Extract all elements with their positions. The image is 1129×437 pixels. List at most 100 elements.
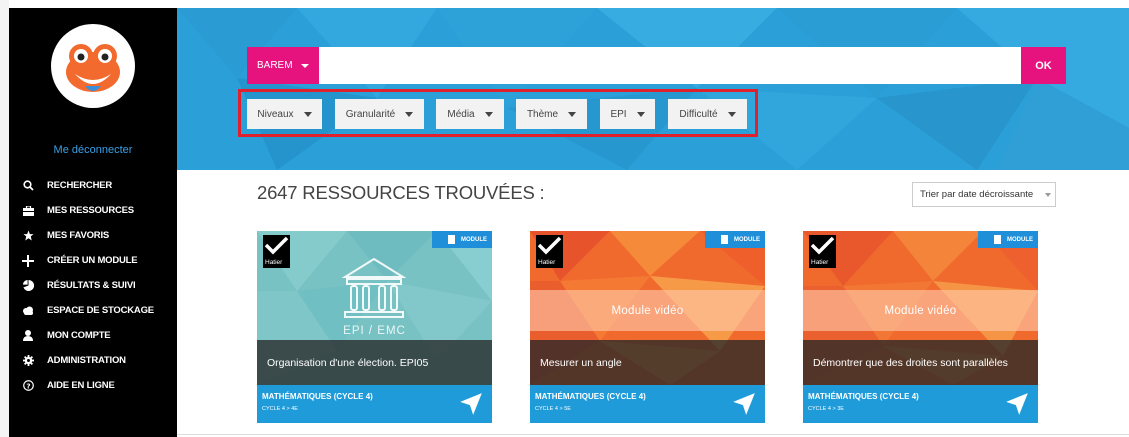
checkmark-icon — [264, 236, 289, 255]
pie-chart-icon — [9, 280, 47, 291]
sidebar-item-mes-ressources[interactable]: MES RESSOURCES — [9, 198, 177, 223]
badge-label: MODULE — [1007, 236, 1033, 243]
user-icon — [9, 330, 47, 341]
sidebar-item-creer-un-module[interactable]: CRÉER UN MODULE — [9, 248, 177, 273]
publisher-logo: Hatier — [809, 235, 836, 268]
publisher-name: Hatier — [811, 259, 829, 266]
card-footer: MATHÉMATIQUES (CYCLE 4) CYCLE 4 > 4E — [257, 385, 492, 423]
sidebar-item-rechercher[interactable]: RECHERCHER — [9, 173, 177, 198]
chevron-down-icon — [405, 111, 414, 117]
search-input[interactable] — [319, 47, 1021, 84]
sidebar: Me déconnecter RECHERCHER MES RESSOURCES… — [9, 8, 177, 437]
send-icon[interactable] — [458, 391, 484, 417]
chevron-down-icon — [568, 111, 577, 117]
sidebar-item-label: ADMINISTRATION — [47, 355, 126, 366]
chevron-down-icon — [300, 63, 309, 68]
chevron-down-icon — [636, 111, 645, 117]
sidebar-item-resultats-suivi[interactable]: RÉSULTATS & SUIVI — [9, 273, 177, 298]
card-footer: MATHÉMATIQUES (CYCLE 4) CYCLE 4 > 3E — [803, 385, 1038, 423]
card-footer: MATHÉMATIQUES (CYCLE 4) CYCLE 4 > 5E — [530, 385, 765, 423]
briefcase-icon — [9, 205, 47, 216]
publisher-name: Hatier — [265, 259, 283, 266]
filter-label: Granularité — [345, 108, 396, 120]
plus-icon — [9, 254, 47, 267]
card-cycle: CYCLE 4 > 3E — [808, 406, 844, 412]
chevron-down-icon — [303, 111, 312, 117]
card-cycle: CYCLE 4 > 5E — [535, 406, 571, 412]
page: Me déconnecter RECHERCHER MES RESSOURCES… — [0, 0, 1129, 437]
filter-label: Média — [447, 108, 475, 120]
sidebar-item-aide-en-ligne[interactable]: ? AIDE EN LIGNE — [9, 373, 177, 398]
sidebar-item-label: MES FAVORIS — [47, 230, 110, 241]
card-overlay-text: Module vidéo — [530, 290, 765, 331]
filter-granularite[interactable]: Granularité — [335, 99, 424, 129]
publisher-logo: Hatier — [536, 235, 563, 268]
card-cycle: CYCLE 4 > 4E — [262, 406, 298, 412]
send-icon[interactable] — [1004, 391, 1030, 417]
resource-card[interactable]: Hatier MODULE Module vidéo Démontrer que… — [803, 231, 1038, 423]
sidebar-item-label: AIDE EN LIGNE — [47, 380, 115, 391]
card-thumbnail: EPI / EMC Hatier MODULE Organisation d'u… — [257, 231, 492, 385]
publisher-logo: Hatier — [263, 235, 290, 268]
sidebar-item-label: RECHERCHER — [47, 180, 113, 191]
sidebar-menu: RECHERCHER MES RESSOURCES MES FAVORIS CR… — [9, 173, 177, 398]
filter-theme[interactable]: Thème — [516, 99, 587, 129]
chevron-down-icon — [727, 111, 736, 117]
sidebar-item-label: RÉSULTATS & SUIVI — [47, 280, 136, 291]
sidebar-item-administration[interactable]: ADMINISTRATION — [9, 348, 177, 373]
app-logo[interactable] — [51, 24, 135, 108]
resource-card[interactable]: EPI / EMC Hatier MODULE Organisation d'u… — [257, 231, 492, 423]
search-submit-button[interactable]: OK — [1021, 47, 1066, 84]
star-icon — [9, 230, 47, 241]
gear-icon — [9, 355, 47, 366]
search-icon — [9, 180, 47, 191]
help-icon: ? — [9, 380, 47, 391]
filter-difficulte[interactable]: Difficulté — [668, 99, 747, 129]
card-title: Organisation d'une élection. EPI05 — [257, 340, 492, 385]
sidebar-item-espace-de-stockage[interactable]: ESPACE DE STOCKAGE — [9, 298, 177, 323]
document-icon — [721, 235, 728, 244]
publisher-name: Hatier — [538, 259, 556, 266]
filter-label: Difficulté — [679, 108, 718, 120]
scope-label: BAREM — [257, 60, 293, 71]
badge-label: MODULE — [734, 236, 760, 243]
resource-card[interactable]: Hatier MODULE Module vidéo Mesurer un an… — [530, 231, 765, 423]
sidebar-item-mes-favoris[interactable]: MES FAVORIS — [9, 223, 177, 248]
filter-epi[interactable]: EPI — [600, 99, 655, 129]
logout-link[interactable]: Me déconnecter — [9, 144, 177, 156]
sidebar-item-label: CRÉER UN MODULE — [47, 255, 138, 266]
document-icon — [994, 235, 1001, 244]
filter-niveaux[interactable]: Niveaux — [247, 99, 322, 129]
card-title: Mesurer un angle — [530, 340, 765, 385]
sidebar-item-label: MON COMPTE — [47, 330, 111, 341]
send-icon[interactable] — [731, 391, 757, 417]
module-badge: MODULE — [705, 231, 765, 248]
filter-label: Thème — [526, 108, 559, 120]
module-badge: MODULE — [432, 231, 492, 248]
sidebar-item-mon-compte[interactable]: MON COMPTE — [9, 323, 177, 348]
card-subject: MATHÉMATIQUES (CYCLE 4) — [262, 392, 373, 401]
checkmark-icon — [537, 236, 562, 255]
card-subject: MATHÉMATIQUES (CYCLE 4) — [808, 392, 919, 401]
left-edge — [0, 0, 9, 437]
divider — [177, 434, 1129, 435]
chevron-down-icon — [1045, 192, 1052, 197]
sidebar-item-label: ESPACE DE STOCKAGE — [47, 305, 154, 316]
card-thumbnail: Hatier MODULE Module vidéo Démontrer que… — [803, 231, 1038, 385]
scope-dropdown[interactable]: BAREM — [247, 47, 319, 84]
card-title: Démontrer que des droites sont parallèle… — [803, 340, 1038, 385]
module-badge: MODULE — [978, 231, 1038, 248]
card-subject: MATHÉMATIQUES (CYCLE 4) — [535, 392, 646, 401]
card-thumbnail: Hatier MODULE Module vidéo Mesurer un an… — [530, 231, 765, 385]
checkmark-icon — [810, 236, 835, 255]
cloud-icon — [9, 306, 47, 315]
sort-select[interactable]: Trier par date décroissante — [912, 182, 1056, 207]
badge-label: MODULE — [461, 236, 487, 243]
svg-text:?: ? — [26, 381, 30, 390]
filter-media[interactable]: Média — [436, 99, 504, 129]
document-icon — [448, 235, 455, 244]
sort-label: Trier par date décroissante — [920, 189, 1034, 200]
sidebar-item-label: MES RESSOURCES — [47, 205, 134, 216]
card-overlay-text: Module vidéo — [803, 290, 1038, 331]
card-overlay-text: EPI / EMC — [343, 325, 406, 337]
